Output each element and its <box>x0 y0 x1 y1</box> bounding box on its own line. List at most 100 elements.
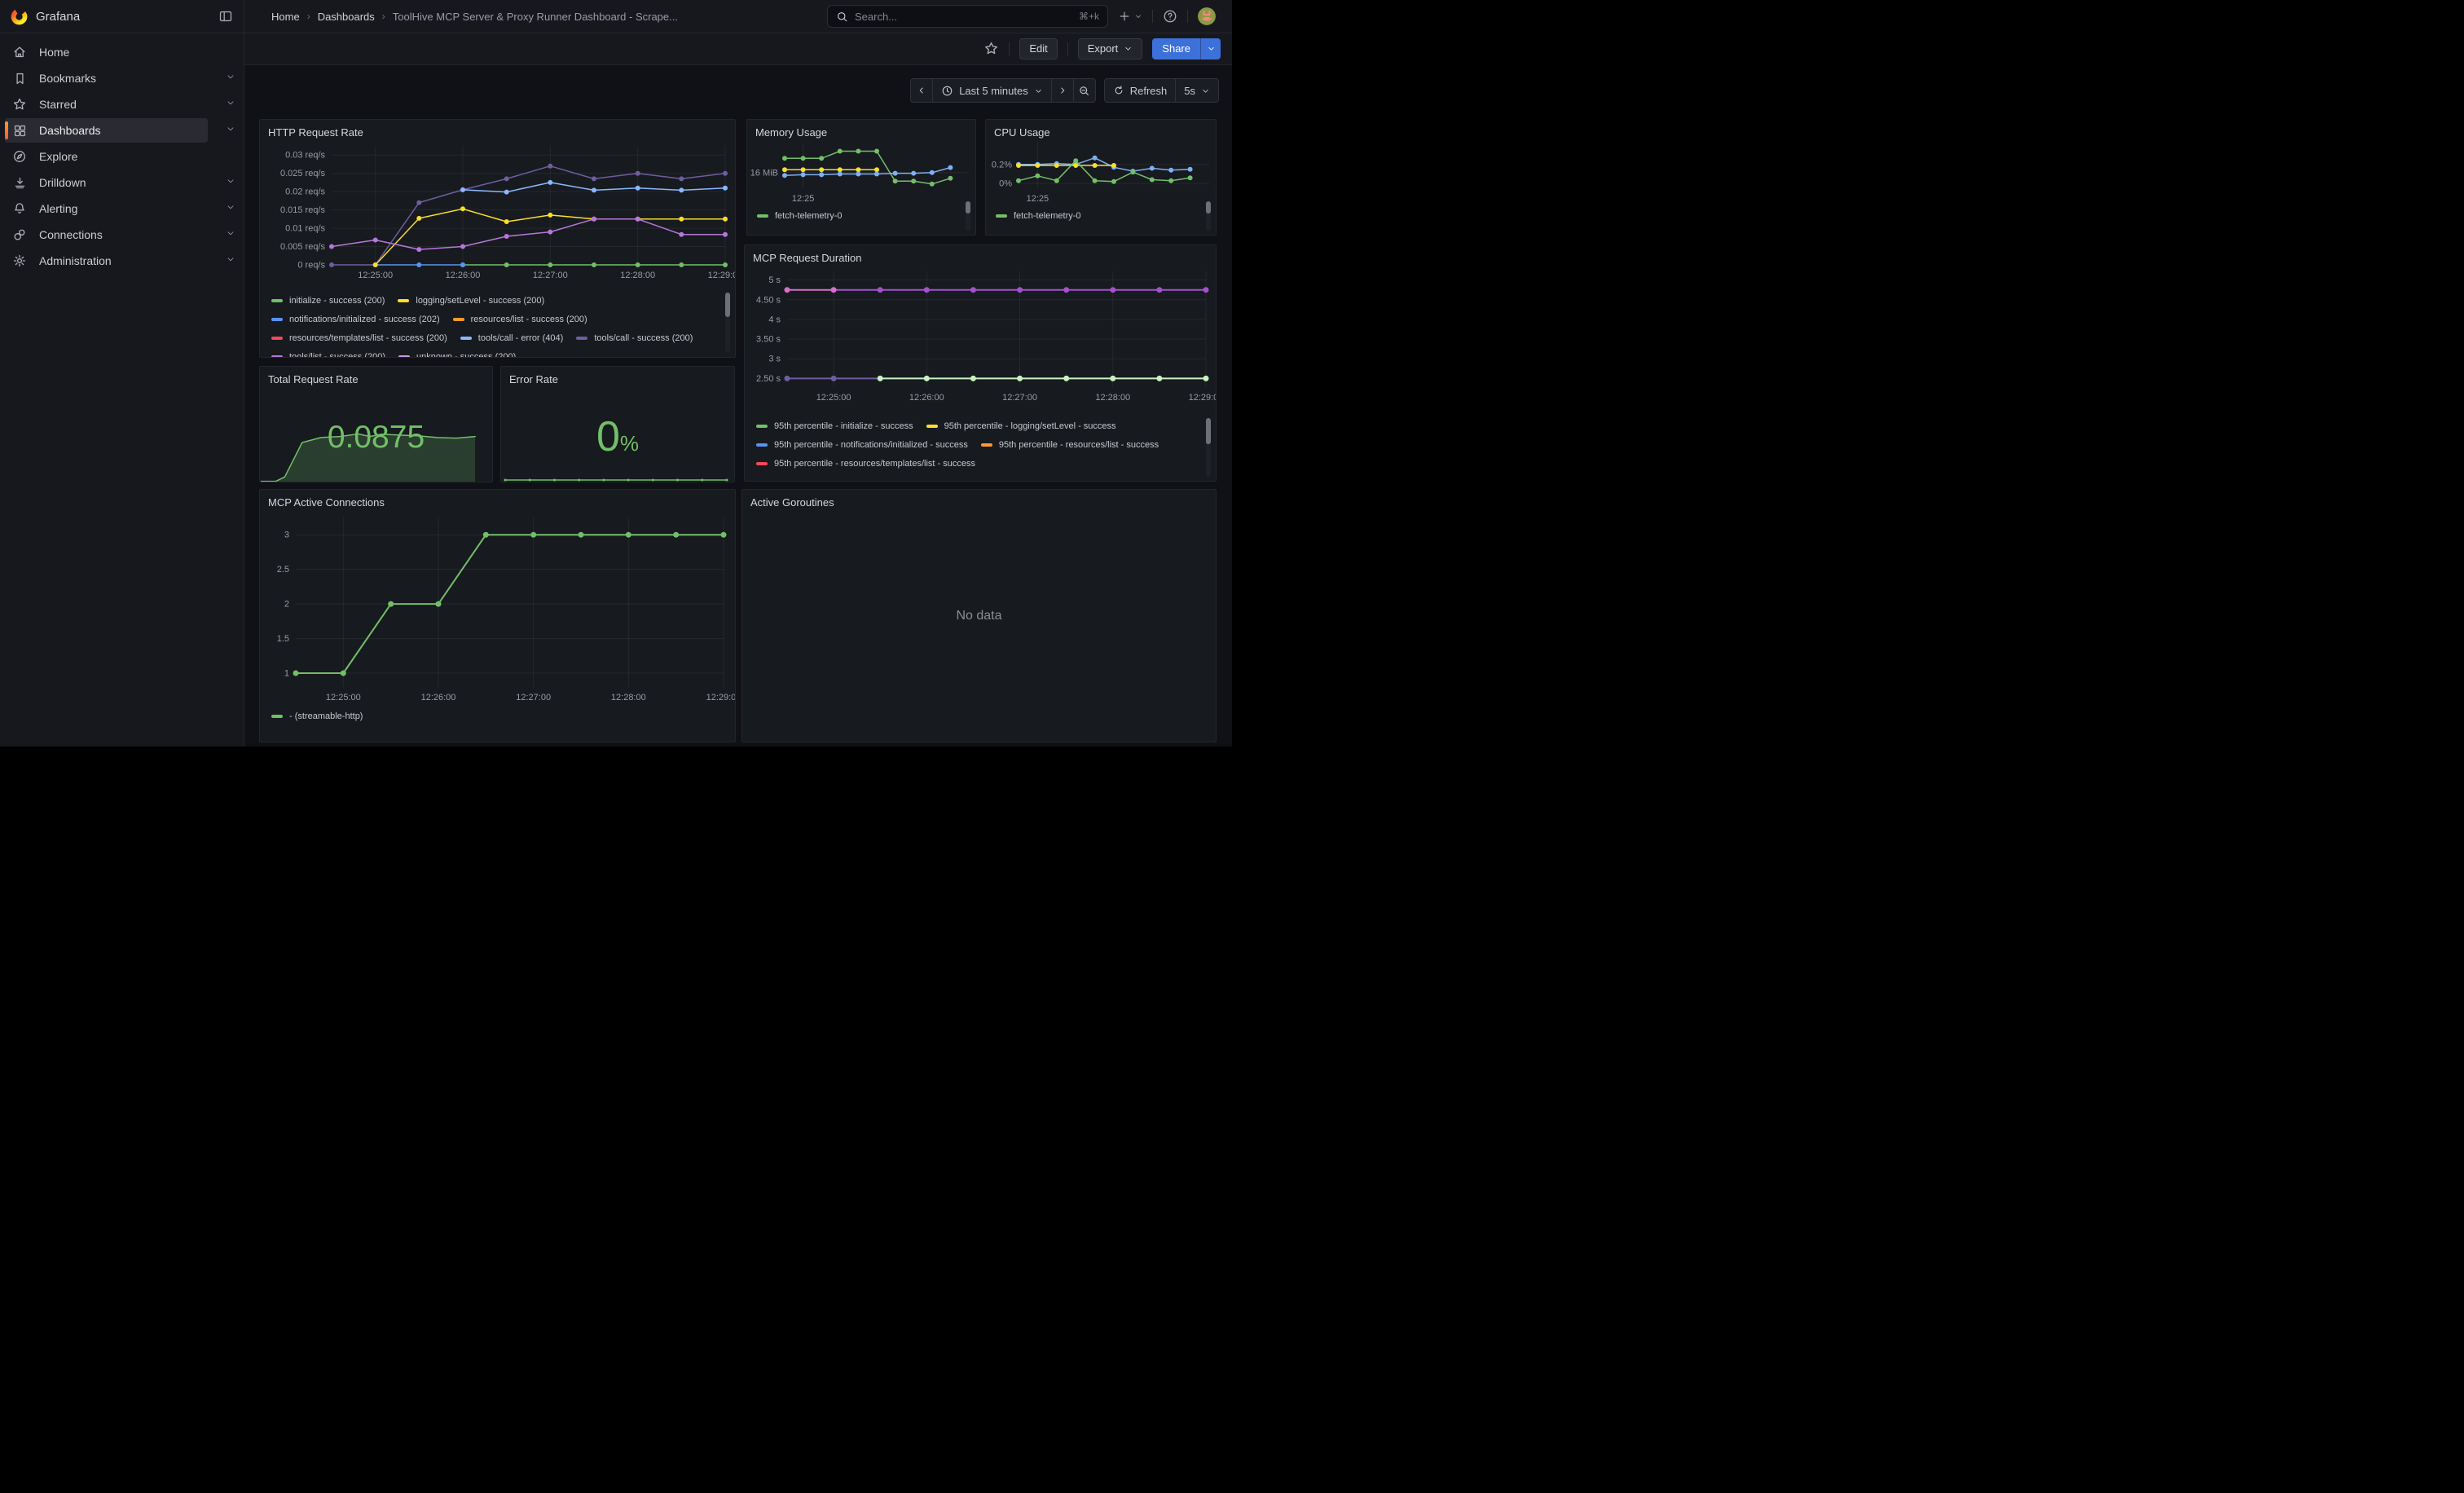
sidebar-link-alerting[interactable]: Alerting <box>5 196 208 221</box>
legend-scrollbar-thumb[interactable] <box>1206 418 1211 444</box>
legend-scrollbar-thumb[interactable] <box>966 201 970 214</box>
legend-item[interactable]: 95th percentile - notifications/initiali… <box>756 435 968 454</box>
favorite-star-button[interactable] <box>983 38 999 59</box>
legend-scrollbar-thumb[interactable] <box>725 293 730 317</box>
grafana-logo-icon[interactable] <box>11 8 28 25</box>
panel-title[interactable]: Memory Usage <box>755 126 827 139</box>
svg-text:2: 2 <box>284 600 289 610</box>
sidebar-item-dashboards: Dashboards <box>0 117 244 143</box>
sidebar-item-drilldown: Drilldown <box>0 170 244 196</box>
legend-item[interactable]: 95th percentile - resources/list - succe… <box>981 435 1159 454</box>
http-request-rate-chart[interactable]: 0 req/s0.005 req/s0.01 req/s0.015 req/s0… <box>260 141 736 284</box>
svg-text:12:27:00: 12:27:00 <box>1002 393 1037 403</box>
error-rate-sparkline[interactable] <box>502 471 735 482</box>
panel-title[interactable]: MCP Active Connections <box>268 496 385 509</box>
share-button[interactable]: Share <box>1152 38 1200 59</box>
chevron-left-icon <box>917 86 926 95</box>
time-range-picker[interactable]: Last 5 minutes <box>932 78 1052 103</box>
time-shift-back-button[interactable] <box>910 78 933 103</box>
svg-text:12:25: 12:25 <box>792 194 815 204</box>
sidebar-link-drilldown[interactable]: Drilldown <box>5 170 208 195</box>
panel-title[interactable]: Total Request Rate <box>268 373 359 385</box>
legend-item[interactable]: unknown - success (200) <box>398 347 516 358</box>
svg-text:0.005 req/s: 0.005 req/s <box>280 242 326 252</box>
refresh-interval-picker[interactable]: 5s <box>1175 78 1219 103</box>
legend-item[interactable]: logging/setLevel - success (200) <box>398 291 544 310</box>
legend-item[interactable]: 95th percentile - initialize - success <box>756 416 913 435</box>
legend-item[interactable]: 95th percentile - logging/setLevel - suc… <box>926 416 1116 435</box>
divider <box>1152 10 1153 23</box>
dashboard-canvas: Last 5 minutes Refresh 5s <box>244 64 1232 746</box>
breadcrumb-dashboards[interactable]: Dashboards <box>318 11 375 23</box>
svg-text:12:29:00: 12:29:00 <box>708 271 736 280</box>
panel-title[interactable]: Error Rate <box>509 373 558 385</box>
chevron-down-icon[interactable] <box>226 97 235 112</box>
panel-error-rate: Error Rate 0% <box>500 366 735 482</box>
memory-usage-chart[interactable]: 16 MiB12:25 <box>747 139 976 205</box>
svg-text:0.015 req/s: 0.015 req/s <box>280 205 326 215</box>
panel-title[interactable]: CPU Usage <box>994 126 1050 139</box>
legend-item[interactable]: initialize - success (200) <box>271 291 385 310</box>
http-legend: initialize - success (200) logging/setLev… <box>271 291 725 358</box>
cpu-usage-chart[interactable]: 0.2%0%12:25 <box>986 139 1217 205</box>
legend-item[interactable]: fetch-telemetry-0 <box>996 206 1081 225</box>
sidebar-link-home[interactable]: Home <box>5 40 208 64</box>
refresh-button[interactable]: Refresh <box>1104 78 1177 103</box>
legend-label: resources/list - success (200) <box>471 315 587 324</box>
mcp-request-duration-chart[interactable]: 5 s4.50 s4 s3.50 s3 s2.50 s12:25:0012:26… <box>745 266 1217 407</box>
legend-item[interactable]: resources/templates/list - success (200) <box>271 328 447 347</box>
svg-text:4.50 s: 4.50 s <box>756 295 781 305</box>
divider <box>1067 42 1068 55</box>
panel-mcp-request-duration: MCP Request Duration 5 s4.50 s4 s3.50 s3… <box>744 244 1217 482</box>
svg-text:3.50 s: 3.50 s <box>756 335 781 345</box>
sidebar-link-dashboards[interactable]: Dashboards <box>5 118 208 143</box>
panel-title[interactable]: MCP Request Duration <box>753 252 861 264</box>
legend-item[interactable]: fetch-telemetry-0 <box>757 206 843 225</box>
sidebar-link-explore[interactable]: Explore <box>5 144 208 169</box>
dashboard-action-bar: Edit Export Share <box>244 33 1232 65</box>
legend-item[interactable]: 95th percentile - resources/templates/li… <box>756 454 975 473</box>
breadcrumb-separator: › <box>382 11 385 22</box>
svg-text:2.5: 2.5 <box>277 565 289 575</box>
chevron-down-icon[interactable] <box>226 201 235 216</box>
legend-item[interactable]: tools/list - success (200) <box>271 347 385 358</box>
export-button[interactable]: Export <box>1078 38 1143 59</box>
legend-scrollbar-thumb[interactable] <box>1206 201 1211 214</box>
sidebar-link-administration[interactable]: Administration <box>5 249 208 273</box>
legend-item[interactable]: tools/call - success (200) <box>576 328 693 347</box>
svg-text:0.02 req/s: 0.02 req/s <box>285 187 325 197</box>
time-controls: Last 5 minutes Refresh 5s <box>910 78 1219 103</box>
edit-button[interactable]: Edit <box>1019 38 1057 59</box>
connections-icon <box>11 227 28 243</box>
legend-item[interactable]: notifications/initialized - success (202… <box>271 310 440 328</box>
mcp-active-connections-chart[interactable]: 32.521.5112:25:0012:26:0012:27:0012:28:0… <box>260 509 736 710</box>
chevron-down-icon[interactable] <box>226 175 235 190</box>
legend-label: 95th percentile - logging/setLevel - suc… <box>944 421 1116 431</box>
search-placeholder: Search... <box>855 11 1072 23</box>
help-button[interactable] <box>1163 6 1177 27</box>
search-input[interactable]: Search... ⌘+k <box>827 5 1108 28</box>
zoom-out-button[interactable] <box>1073 78 1096 103</box>
sidebar-link-bookmarks[interactable]: Bookmarks <box>5 66 208 90</box>
sidebar-link-starred[interactable]: Starred <box>5 92 208 117</box>
chevron-down-icon[interactable] <box>226 123 235 138</box>
dock-menu-icon[interactable] <box>216 7 235 26</box>
legend-item[interactable]: resources/list - success (200) <box>453 310 587 328</box>
chevron-right-icon <box>1058 86 1067 95</box>
panel-title[interactable]: HTTP Request Rate <box>268 126 363 139</box>
legend-item[interactable]: - (streamable-http) <box>271 707 363 725</box>
no-data-message: No data <box>742 609 1216 623</box>
chevron-down-icon[interactable] <box>226 253 235 268</box>
legend-item[interactable]: tools/call - error (404) <box>460 328 564 347</box>
time-shift-forward-button[interactable] <box>1051 78 1074 103</box>
chevron-down-icon[interactable] <box>226 227 235 242</box>
breadcrumb-home[interactable]: Home <box>271 11 300 23</box>
user-avatar[interactable] <box>1198 7 1216 25</box>
share-dropdown-button[interactable] <box>1200 38 1221 59</box>
panel-title[interactable]: Active Goroutines <box>750 496 834 509</box>
export-label: Export <box>1088 42 1119 55</box>
add-new-button[interactable] <box>1118 6 1142 27</box>
sidebar-link-connections[interactable]: Connections <box>5 222 208 247</box>
legend-label: logging/setLevel - success (200) <box>416 296 544 306</box>
chevron-down-icon[interactable] <box>226 71 235 86</box>
